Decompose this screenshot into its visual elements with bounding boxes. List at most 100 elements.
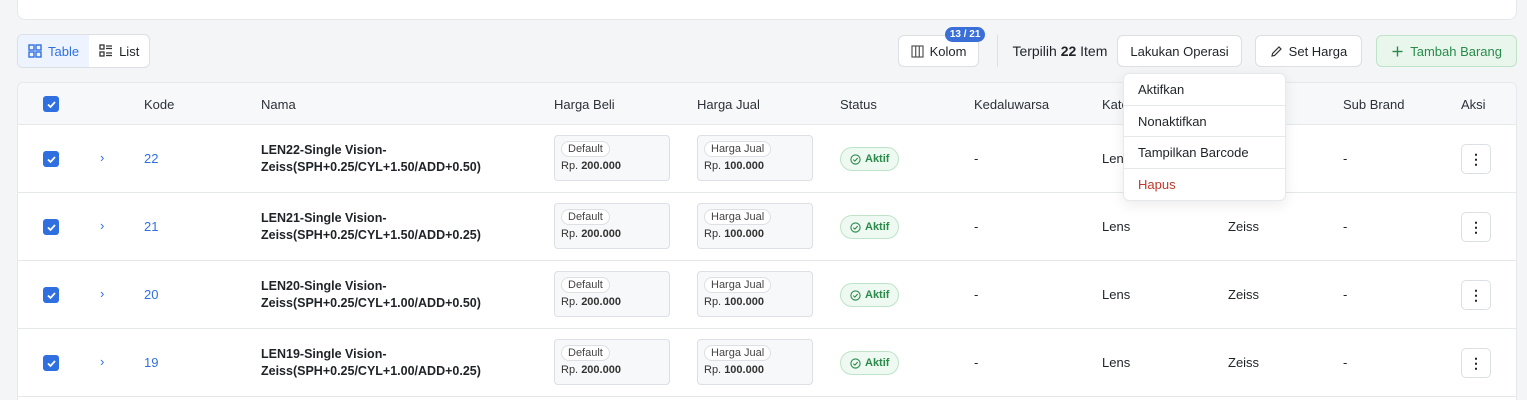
row-kode[interactable]: 20: [144, 287, 158, 302]
harga-beli-box: Default Rp. 200.000: [554, 135, 670, 181]
col-kode[interactable]: Kode: [144, 97, 174, 112]
harga-beli-value: 200.000: [581, 160, 621, 172]
items-table: Kode Nama Harga Beli Harga Jual Status K…: [17, 82, 1517, 400]
expand-chevron-icon[interactable]: ›: [100, 150, 104, 165]
harga-jual-value: 100.000: [724, 228, 764, 240]
row-nama: LEN20-Single Vision-Zeiss(SPH+0.25/CYL+1…: [261, 279, 481, 310]
table-row[interactable]: › 21 LEN21-Single Vision-Zeiss(SPH+0.25/…: [18, 193, 1516, 261]
more-actions-icon[interactable]: ⋮: [1461, 280, 1491, 310]
check-icon: [46, 155, 56, 163]
col-harga-beli[interactable]: Harga Beli: [554, 97, 615, 112]
row-kategori: Lens: [1102, 287, 1131, 302]
menu-item-nonaktifkan[interactable]: Nonaktifkan: [1124, 106, 1285, 137]
kolom-count-badge: 13 / 21: [944, 27, 986, 42]
set-price-label: Set Harga: [1288, 43, 1348, 59]
add-item-label: Tambah Barang: [1410, 43, 1502, 59]
toolbar-divider: [997, 35, 999, 67]
right-tools: Kolom 13 / 21 Terpilih 22 Item Lakukan O…: [897, 27, 1517, 68]
status-label: Aktif: [865, 357, 890, 369]
harga-beli-box: Default Rp. 200.000: [554, 271, 670, 317]
menu-item-aktifkan[interactable]: Aktifkan: [1124, 74, 1285, 106]
col-harga-jual[interactable]: Harga Jual: [697, 97, 760, 112]
row-nama: LEN19-Single Vision-Zeiss(SPH+0.25/CYL+1…: [261, 347, 481, 378]
expand-chevron-icon[interactable]: ›: [100, 286, 104, 301]
row-kode[interactable]: 19: [144, 355, 158, 370]
col-nama[interactable]: Nama: [261, 97, 296, 112]
row-brand: Zeiss: [1228, 355, 1260, 370]
harga-beli-tag: Default: [561, 277, 610, 293]
currency-prefix: Rp.: [704, 228, 722, 240]
table-view-label: Table: [48, 43, 80, 59]
add-item-button[interactable]: Tambah Barang: [1376, 35, 1517, 67]
currency-prefix: Rp.: [561, 296, 579, 308]
currency-prefix: Rp.: [704, 296, 722, 308]
check-icon: [46, 359, 56, 367]
menu-item-tampilkan-barcode[interactable]: Tampilkan Barcode: [1124, 137, 1285, 169]
currency-prefix: Rp.: [561, 364, 579, 376]
pencil-icon: [1270, 45, 1282, 57]
kolom-label: Kolom: [929, 43, 967, 59]
row-nama: LEN21-Single Vision-Zeiss(SPH+0.25/CYL+1…: [261, 211, 481, 242]
harga-jual-tag: Harga Jual: [704, 345, 772, 361]
harga-beli-value: 200.000: [581, 296, 621, 308]
row-checkbox[interactable]: [43, 151, 59, 167]
harga-jual-box: Harga Jual Rp. 100.000: [697, 203, 813, 249]
col-aksi: Aksi: [1461, 97, 1486, 112]
expand-chevron-icon[interactable]: ›: [100, 354, 104, 369]
harga-beli-tag: Default: [561, 345, 610, 361]
check-circle-icon: [850, 289, 861, 301]
table-view-button[interactable]: Table: [18, 35, 90, 67]
table-row[interactable]: › 20 LEN20-Single Vision-Zeiss(SPH+0.25/…: [18, 261, 1516, 329]
col-sub-brand[interactable]: Sub Brand: [1343, 97, 1404, 112]
col-status[interactable]: Status: [840, 97, 877, 112]
table-row[interactable]: › 22 LEN22-Single Vision-Zeiss(SPH+0.25/…: [18, 125, 1516, 193]
harga-jual-value: 100.000: [724, 296, 764, 308]
row-nama: LEN22-Single Vision-Zeiss(SPH+0.25/CYL+1…: [261, 143, 481, 174]
row-checkbox[interactable]: [43, 355, 59, 371]
harga-jual-box: Harga Jual Rp. 100.000: [697, 339, 813, 385]
more-actions-icon[interactable]: ⋮: [1461, 348, 1491, 378]
currency-prefix: Rp.: [561, 160, 579, 172]
status-badge: Aktif: [840, 147, 900, 171]
select-all-checkbox[interactable]: [43, 96, 59, 112]
row-sub-brand: -: [1343, 355, 1348, 370]
table-row[interactable]: › 19 LEN19-Single Vision-Zeiss(SPH+0.25/…: [18, 329, 1516, 397]
row-sub-brand: -: [1343, 287, 1348, 302]
row-brand: Zeiss: [1228, 219, 1260, 234]
selected-suffix: Item: [1080, 43, 1108, 59]
currency-prefix: Rp.: [561, 228, 579, 240]
row-checkbox[interactable]: [43, 219, 59, 235]
row-checkbox[interactable]: [43, 287, 59, 303]
toolbar: Table List Kolom 13 / 21 Terpilih 22 Ite…: [17, 27, 1517, 68]
harga-jual-box: Harga Jual Rp. 100.000: [697, 271, 813, 317]
status-badge: Aktif: [840, 351, 900, 375]
operation-button[interactable]: Lakukan Operasi: [1117, 35, 1242, 67]
row-kode[interactable]: 21: [144, 219, 158, 234]
harga-jual-tag: Harga Jual: [704, 141, 772, 157]
more-actions-icon[interactable]: ⋮: [1461, 144, 1491, 174]
menu-item-hapus[interactable]: Hapus: [1124, 169, 1285, 201]
currency-prefix: Rp.: [704, 364, 722, 376]
list-view-button[interactable]: List: [89, 35, 149, 67]
top-card: [17, 0, 1517, 20]
row-brand: Zeiss: [1228, 287, 1260, 302]
kolom-button[interactable]: Kolom 13 / 21: [897, 27, 986, 67]
expand-chevron-icon[interactable]: ›: [100, 218, 104, 233]
col-kedaluwarsa[interactable]: Kedaluwarsa: [974, 97, 1049, 112]
set-price-button[interactable]: Set Harga: [1254, 35, 1363, 67]
check-circle-icon: [850, 357, 861, 369]
harga-beli-value: 200.000: [581, 364, 621, 376]
row-kategori: Lens: [1102, 219, 1131, 234]
check-circle-icon: [850, 153, 861, 165]
operation-label: Lakukan Operasi: [1130, 43, 1229, 59]
more-actions-icon[interactable]: ⋮: [1461, 212, 1491, 242]
row-kode[interactable]: 22: [144, 151, 158, 166]
columns-icon: [910, 44, 924, 58]
harga-jual-tag: Harga Jual: [704, 209, 772, 225]
operation-dropdown-menu: Aktifkan Nonaktifkan Tampilkan Barcode H…: [1123, 73, 1286, 201]
grid-icon: [28, 44, 42, 58]
harga-beli-box: Default Rp. 200.000: [554, 339, 670, 385]
status-label: Aktif: [865, 153, 890, 165]
status-badge: Aktif: [840, 215, 900, 239]
list-icon: [99, 44, 113, 57]
